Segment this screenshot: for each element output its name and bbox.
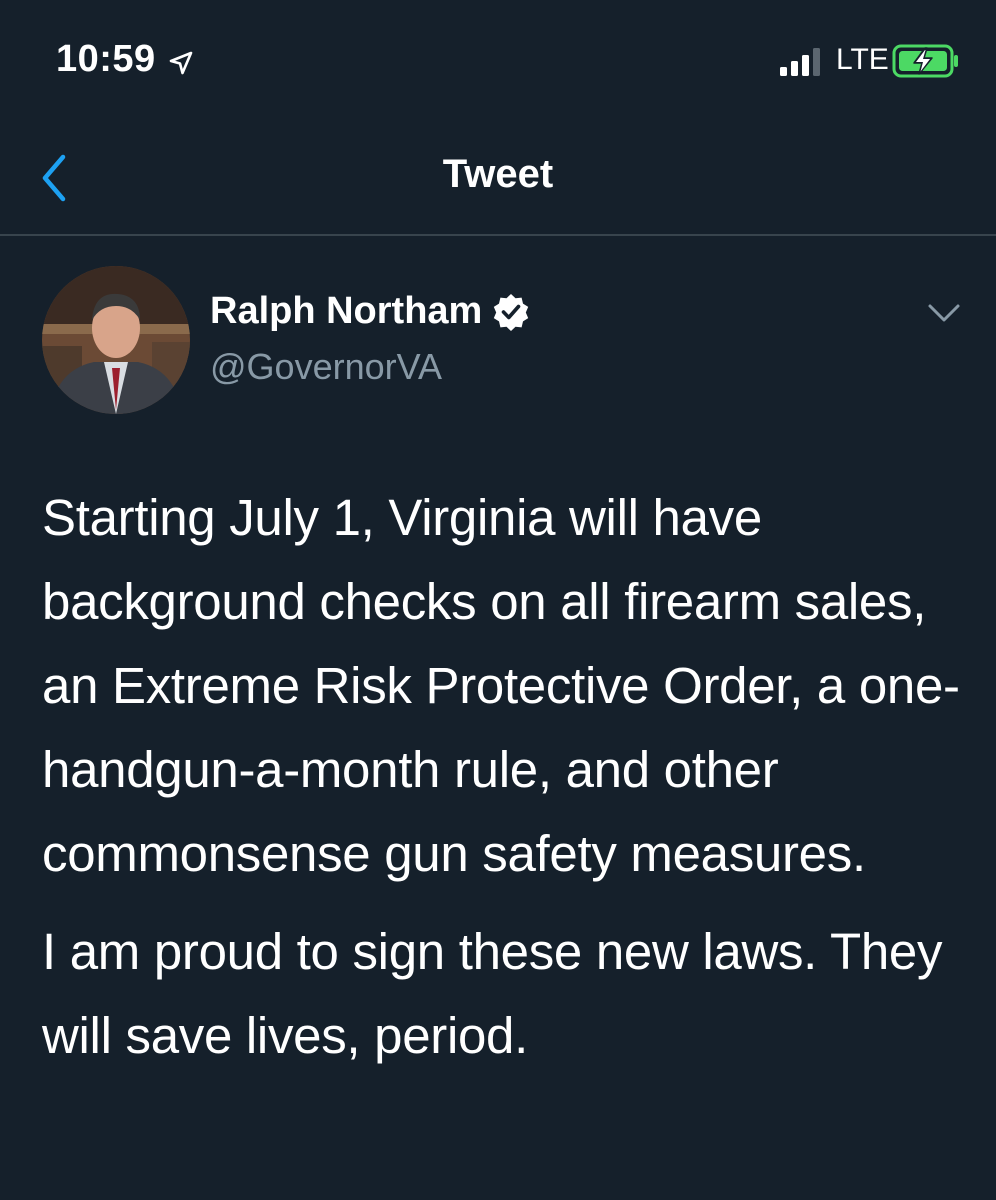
location-arrow-icon — [169, 51, 193, 75]
profile-photo — [42, 266, 190, 414]
navigation-bar: Tweet — [0, 120, 996, 236]
network-type-label: LTE — [836, 43, 889, 76]
tweet-text: Starting July 1, Virginia will have back… — [42, 476, 962, 1078]
chevron-down-icon[interactable] — [924, 296, 964, 332]
verified-badge-icon — [494, 293, 529, 331]
battery-charging-icon — [892, 44, 958, 78]
tweet-paragraph: Starting July 1, Virginia will have back… — [42, 489, 960, 882]
status-time: 10:59 — [56, 38, 156, 80]
avatar[interactable] — [42, 266, 190, 414]
status-bar: 10:59 LTE — [0, 0, 996, 120]
author-name-row[interactable]: Ralph Northam — [210, 290, 530, 333]
author-handle[interactable]: @GovernorVA — [210, 346, 442, 388]
tweet-paragraph: I am proud to sign these new laws. They … — [42, 923, 943, 1064]
page-title: Tweet — [442, 152, 554, 196]
cellular-signal-icon — [780, 48, 820, 76]
author-name: Ralph Northam — [210, 290, 483, 332]
